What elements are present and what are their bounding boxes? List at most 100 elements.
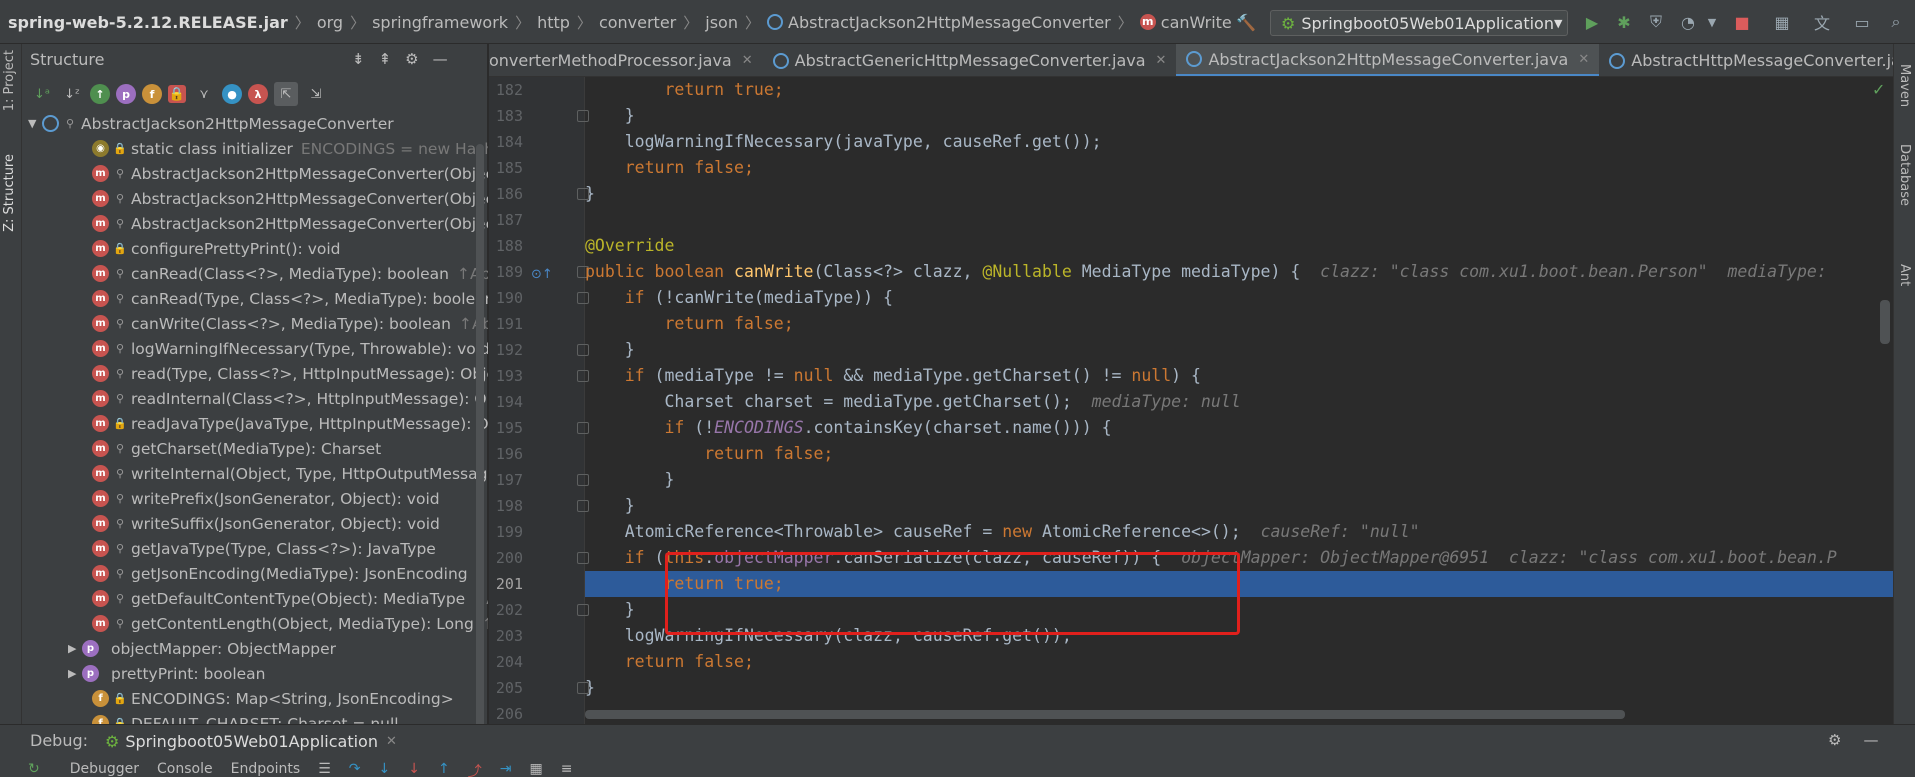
search-icon[interactable]: ⌕ bbox=[1884, 10, 1908, 34]
tree-item[interactable]: m ⚲ canRead(Class<?>, MediaType): boolean ↑… bbox=[22, 261, 488, 286]
breadcrumb-json[interactable]: json bbox=[705, 13, 738, 32]
profiler-icon[interactable]: ◔ bbox=[1676, 10, 1700, 34]
sort-by-visibility-icon[interactable]: ↓ᵃ bbox=[30, 82, 54, 106]
presentation-mode-icon[interactable]: ▭ bbox=[1850, 10, 1874, 34]
tree-item[interactable]: m ⚲ AbstractJackson2HttpMessageConverter(O… bbox=[22, 211, 488, 236]
anonymous-classes-icon[interactable]: ● bbox=[222, 84, 242, 104]
expand-all-icon[interactable]: ⇟ bbox=[352, 50, 365, 68]
tree-item[interactable]: m ⚲ canRead(Type, Class<?>, MediaType): bo… bbox=[22, 286, 488, 311]
sort-alphabetically-icon[interactable]: ↓ᶻ bbox=[60, 82, 84, 106]
rerun-icon[interactable]: ↻ bbox=[28, 761, 40, 777]
lambda-icon[interactable]: λ bbox=[248, 84, 268, 104]
expand-arrow-icon[interactable]: ▼ bbox=[28, 117, 42, 130]
close-icon[interactable]: ✕ bbox=[742, 53, 753, 68]
tool-window-tab-structure[interactable]: Z: Structure bbox=[2, 154, 17, 232]
tree-item[interactable]: m ⚲ writePrefix(JsonGenerator, Object): vo… bbox=[22, 486, 488, 511]
run-icon[interactable]: ▶ bbox=[1580, 10, 1604, 34]
breadcrumb-org[interactable]: org bbox=[317, 13, 343, 32]
tree-root-class[interactable]: ▼ ⚲ AbstractJackson2HttpMessageConverter bbox=[22, 111, 488, 136]
tab-abstract-generic-converter[interactable]: AbstractGenericHttpMessageConverter.java… bbox=[763, 44, 1177, 76]
build-hammer-icon[interactable]: 🔨 bbox=[1234, 10, 1258, 34]
property-icon: p bbox=[82, 640, 99, 657]
gear-icon[interactable]: ⚙ bbox=[405, 50, 418, 68]
force-step-into-icon[interactable]: ↓ bbox=[408, 761, 420, 777]
breadcrumb-class[interactable]: AbstractJackson2HttpMessageConverter bbox=[788, 13, 1111, 32]
tab-endpoints[interactable]: Endpoints bbox=[231, 761, 301, 777]
vertical-scrollbar[interactable] bbox=[1880, 300, 1890, 344]
tree-item[interactable]: f 🔒 ENCODINGS: Map<String, JsonEncoding> bbox=[22, 686, 488, 711]
autoscroll-to-source-icon[interactable]: ⇱ bbox=[274, 82, 298, 106]
tool-window-tab-database[interactable]: Database bbox=[1897, 144, 1912, 206]
tree-item[interactable]: ▶ p prettyPrint: boolean bbox=[22, 661, 488, 686]
menu-icon[interactable]: ☰ bbox=[318, 761, 331, 777]
coverage-shield-icon[interactable]: ⛨ bbox=[1644, 10, 1668, 34]
translate-icon[interactable]: 文 bbox=[1810, 10, 1834, 34]
drop-frame-icon[interactable]: ⤴ bbox=[468, 761, 482, 777]
autoscroll-from-source-icon[interactable]: ⇲ bbox=[304, 82, 328, 106]
show-lambdas-icon[interactable]: ⋎ bbox=[192, 82, 216, 106]
tree-item[interactable]: m 🔒 readJavaType(JavaType, HttpInputMessag… bbox=[22, 411, 488, 436]
tree-item[interactable]: m ⚲ logWarningIfNecessary(Type, Throwable)… bbox=[22, 336, 488, 361]
horizontal-scrollbar[interactable] bbox=[585, 710, 1625, 719]
breadcrumb-converter[interactable]: converter bbox=[599, 13, 676, 32]
override-marker-icon[interactable]: ⊙↑ bbox=[531, 267, 553, 282]
collapse-all-icon[interactable]: ⇞ bbox=[379, 50, 392, 68]
tab-abstract-jackson2-converter[interactable]: AbstractJackson2HttpMessageConverter.jav… bbox=[1176, 44, 1600, 76]
profiler-dropdown-icon[interactable]: ▼ bbox=[1700, 10, 1724, 34]
tree-item[interactable]: m ⚲ readInternal(Class<?>, HttpInputMessag… bbox=[22, 386, 488, 411]
close-icon[interactable]: ✕ bbox=[1578, 52, 1589, 67]
tree-item[interactable]: m ⚲ writeInternal(Object, Type, HttpOutput… bbox=[22, 461, 488, 486]
breadcrumb-method[interactable]: canWrite bbox=[1161, 13, 1232, 32]
tree-item[interactable]: m ⚲ AbstractJackson2HttpMessageConverter(O… bbox=[22, 161, 488, 186]
tree-item[interactable]: ▶ p objectMapper: ObjectMapper bbox=[22, 636, 488, 661]
expand-arrow-icon[interactable]: ▶ bbox=[68, 667, 82, 680]
structure-scrollbar[interactable] bbox=[476, 144, 484, 734]
breadcrumb-springframework[interactable]: springframework bbox=[372, 13, 508, 32]
tab-console[interactable]: Console bbox=[157, 761, 213, 777]
run-to-cursor-icon[interactable]: ⇥ bbox=[500, 761, 512, 777]
tool-window-tab-ant[interactable]: Ant bbox=[1897, 264, 1912, 286]
gear-icon[interactable]: ⚙ bbox=[1828, 731, 1841, 749]
expand-arrow-icon[interactable]: ▶ bbox=[68, 642, 82, 655]
step-out-icon[interactable]: ↑ bbox=[438, 761, 450, 777]
minimize-icon[interactable]: — bbox=[433, 50, 448, 68]
debug-session-tab[interactable]: ⚙ Springboot05Web01Application ✕ bbox=[105, 728, 397, 754]
project-structure-icon[interactable]: ▦ bbox=[1770, 10, 1794, 34]
tree-item[interactable]: m ⚲ read(Type, Class<?>, HttpInputMessage)… bbox=[22, 361, 488, 386]
inspection-ok-icon[interactable]: ✓ bbox=[1872, 80, 1885, 99]
tab-converter-method-processor[interactable]: onverterMethodProcessor.java ✕ bbox=[489, 44, 763, 76]
breadcrumb-http[interactable]: http bbox=[537, 13, 570, 32]
tree-item[interactable]: m ⚲ canWrite(Class<?>, MediaType): boolean… bbox=[22, 311, 488, 336]
trace-icon[interactable]: ≡ bbox=[561, 761, 573, 777]
tool-window-tab-project[interactable]: 1: Project bbox=[2, 50, 17, 111]
tree-item[interactable]: m ⚲ getContentLength(Object, MediaType): L… bbox=[22, 611, 488, 636]
tab-abstract-http-converter[interactable]: AbstractHttpMessageConverter.java✕ bbox=[1599, 44, 1893, 76]
tree-item[interactable]: ◉ 🔒 static class initializer ENCODINGS = ne… bbox=[22, 136, 488, 161]
tree-item[interactable]: m ⚲ getCharset(MediaType): Charset bbox=[22, 436, 488, 461]
tree-item[interactable]: m 🔒 configurePrettyPrint(): void bbox=[22, 236, 488, 261]
tree-item[interactable]: f 🔒 DEFAULT_CHARSET: Charset = null bbox=[22, 711, 488, 724]
close-icon[interactable]: ✕ bbox=[386, 734, 397, 749]
evaluate-expression-icon[interactable]: ▦ bbox=[529, 761, 542, 777]
tree-item[interactable]: m ⚲ writeSuffix(JsonGenerator, Object): vo… bbox=[22, 511, 488, 536]
left-tool-window-strip: 1: Project Z: Structure bbox=[0, 44, 22, 724]
tab-debugger[interactable]: Debugger bbox=[70, 761, 139, 777]
stop-icon[interactable]: ■ bbox=[1730, 10, 1754, 34]
show-inherited-icon[interactable]: ↑ bbox=[90, 84, 110, 104]
minimize-icon[interactable]: — bbox=[1863, 731, 1878, 749]
tree-item[interactable]: m ⚲ getJavaType(Type, Class<?>): JavaType bbox=[22, 536, 488, 561]
tree-item-label: getJsonEncoding(MediaType): JsonEncoding bbox=[131, 564, 468, 583]
tree-item[interactable]: m ⚲ getDefaultContentType(Object): MediaTy… bbox=[22, 586, 488, 611]
tool-window-tab-maven[interactable]: Maven bbox=[1897, 64, 1912, 107]
tree-item[interactable]: m ⚲ AbstractJackson2HttpMessageConverter(O… bbox=[22, 186, 488, 211]
show-properties-icon[interactable]: p bbox=[116, 84, 136, 104]
close-icon[interactable]: ✕ bbox=[1156, 53, 1167, 68]
debug-bug-icon[interactable]: ✱ bbox=[1612, 10, 1636, 34]
run-configuration-dropdown[interactable]: ⚙ Springboot05Web01Application ▼ bbox=[1270, 10, 1568, 36]
tree-item[interactable]: m ⚲ getJsonEncoding(MediaType): JsonEncodi… bbox=[22, 561, 488, 586]
step-into-icon[interactable]: ↓ bbox=[379, 761, 391, 777]
show-fields-icon[interactable]: f bbox=[142, 84, 162, 104]
breadcrumb-jar[interactable]: spring-web-5.2.12.RELEASE.jar bbox=[8, 13, 288, 32]
step-over-icon[interactable]: ↷ bbox=[349, 761, 361, 777]
show-non-public-icon[interactable]: 🔒 bbox=[168, 85, 186, 103]
